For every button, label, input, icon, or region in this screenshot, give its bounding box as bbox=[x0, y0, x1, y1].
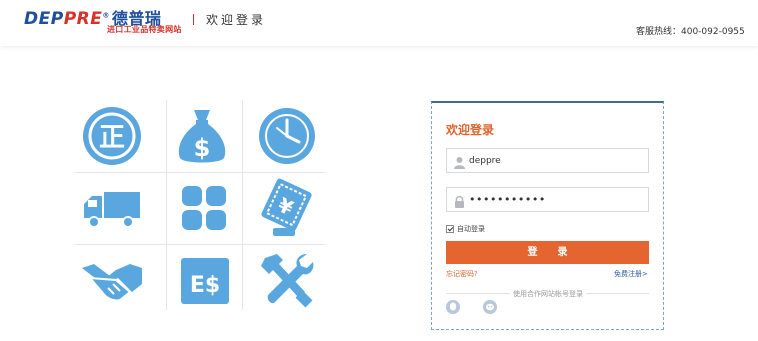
category-grid-icon bbox=[172, 176, 236, 240]
customer-hotline: 客服热线：400-092-0955 bbox=[636, 27, 745, 37]
money-bag-icon: $ bbox=[170, 104, 234, 168]
grid-divider bbox=[242, 100, 243, 310]
delivery-truck-icon bbox=[80, 176, 144, 240]
site-header: DEPPRE® 德普瑞 进口工业品特卖网站 欢迎登录 客服热线：400-092-0… bbox=[0, 0, 758, 46]
forgot-password-link[interactable]: 忘记密码? bbox=[446, 269, 478, 279]
register-link[interactable]: 免费注册> bbox=[614, 269, 648, 279]
clock-icon bbox=[255, 104, 319, 168]
tools-icon bbox=[255, 248, 319, 312]
handshake-icon bbox=[80, 248, 144, 312]
password-input[interactable] bbox=[469, 190, 645, 209]
wechat-login-icon[interactable] bbox=[483, 299, 497, 314]
svg-text:$: $ bbox=[194, 134, 211, 162]
authentic-badge-icon: 正 bbox=[80, 104, 144, 168]
username-input[interactable] bbox=[469, 151, 645, 170]
logo-text-red: PRE bbox=[63, 9, 103, 29]
auto-login-checkbox[interactable] bbox=[446, 225, 454, 233]
username-field[interactable] bbox=[446, 148, 649, 173]
grid-divider bbox=[75, 244, 325, 245]
logo-text-blue: DEP bbox=[24, 9, 64, 29]
login-page: DEPPRE® 德普瑞 进口工业品特卖网站 欢迎登录 客服热线：400-092-0… bbox=[0, 0, 758, 341]
header-divider bbox=[193, 14, 194, 25]
logo-registered-mark: ® bbox=[102, 11, 110, 20]
svg-text:正: 正 bbox=[99, 123, 125, 153]
user-icon bbox=[453, 154, 466, 169]
svg-text:E$: E$ bbox=[190, 273, 220, 298]
site-logo[interactable]: DEPPRE® 德普瑞 进口工业品特卖网站 bbox=[24, 5, 189, 37]
login-title: 欢迎登录 bbox=[446, 123, 495, 137]
feature-icon-grid: 正 $ ¥ E$ bbox=[75, 100, 325, 310]
page-title: 欢迎登录 bbox=[206, 13, 267, 27]
qq-login-icon[interactable] bbox=[446, 299, 460, 314]
lock-icon bbox=[453, 193, 466, 208]
login-button[interactable]: 登 录 bbox=[446, 241, 649, 264]
invoice-icon: E$ bbox=[173, 248, 237, 312]
grid-divider bbox=[166, 100, 167, 310]
auto-login-label: 自动登录 bbox=[457, 225, 485, 233]
partner-login-label: 使用合作网站帐号登录 bbox=[510, 289, 586, 299]
price-tag-icon: ¥ bbox=[255, 176, 319, 240]
password-field[interactable] bbox=[446, 187, 649, 212]
grid-divider bbox=[75, 172, 325, 173]
logo-tagline: 进口工业品特卖网站 bbox=[107, 25, 182, 34]
login-panel: 欢迎登录 自动登录 登 录 忘记密码? bbox=[431, 101, 664, 330]
